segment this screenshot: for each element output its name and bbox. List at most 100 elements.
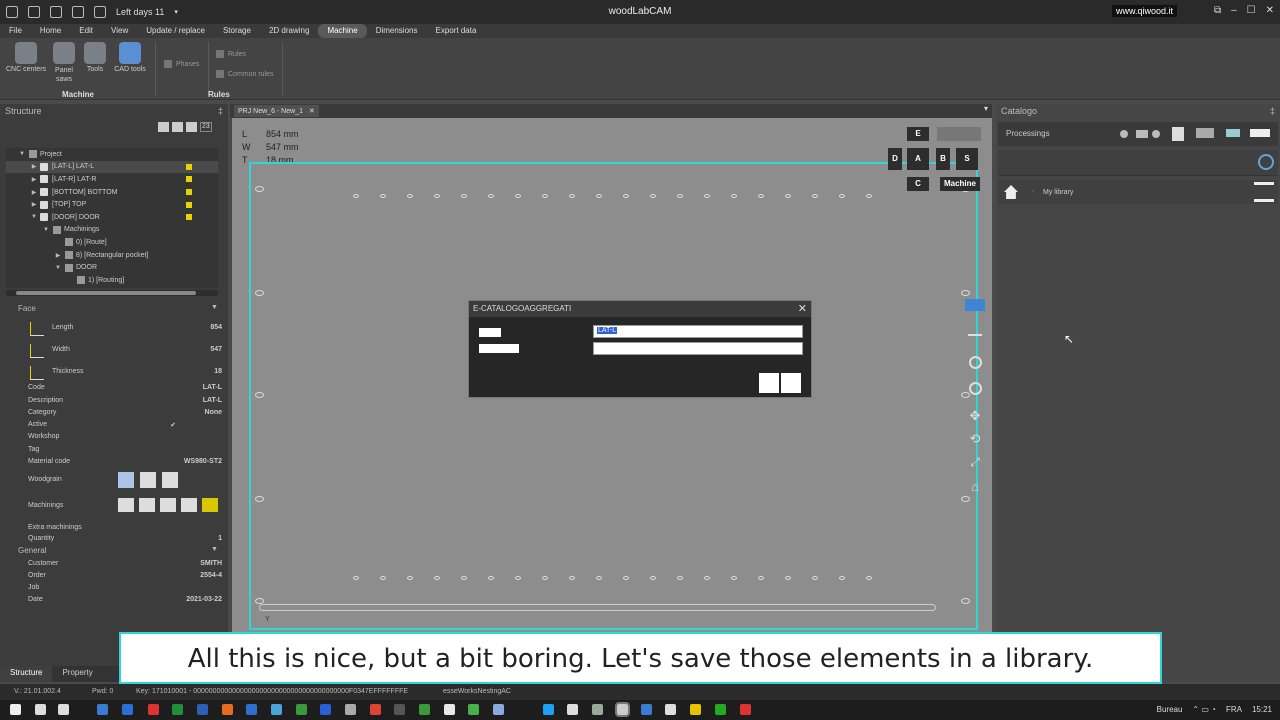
layer-icon[interactable]	[965, 299, 985, 311]
zoom-window-icon[interactable]	[969, 356, 982, 369]
drill-hole[interactable]	[407, 194, 413, 198]
tree-scrollbar[interactable]	[6, 290, 218, 296]
minimize-button[interactable]: –	[1231, 5, 1237, 16]
dialog-ok-button[interactable]	[759, 373, 779, 393]
drill-hole[interactable]	[461, 576, 467, 580]
machine-view-button[interactable]: Machine	[940, 177, 980, 191]
menu-home[interactable]: Home	[31, 24, 70, 38]
tree-item[interactable]: 1) [Routing]	[6, 274, 218, 287]
tree-item[interactable]: ▼ Project	[6, 148, 218, 161]
common-rules-button[interactable]: Common rules	[216, 70, 274, 78]
drill-hole[interactable]	[353, 194, 359, 198]
pin-icon[interactable]: ‡	[218, 106, 223, 116]
app-icon[interactable]	[419, 704, 430, 715]
tab-property[interactable]: Property	[52, 666, 102, 682]
face-s-button[interactable]: S	[956, 148, 978, 170]
drill-hole[interactable]	[569, 194, 575, 198]
edge-hole[interactable]	[255, 290, 264, 296]
property-row[interactable]: Width 547	[0, 344, 228, 358]
collapse-arrow-icon[interactable]: ▼	[42, 227, 50, 233]
collapse-arrow-icon[interactable]: ▼	[54, 265, 62, 271]
hamburger-menu-icon[interactable]	[1254, 182, 1274, 202]
face-b-button[interactable]: B	[936, 148, 950, 170]
app-icon[interactable]	[394, 704, 405, 715]
face-e-button[interactable]: E	[907, 127, 929, 141]
floppy-icon[interactable]	[72, 6, 84, 18]
search-icon[interactable]	[1258, 154, 1274, 170]
drill-hole[interactable]	[812, 194, 818, 198]
menu-export-data[interactable]: Export data	[426, 24, 485, 38]
machinings-grid-icon[interactable]	[118, 498, 134, 512]
visibility-checkbox[interactable]	[40, 175, 48, 184]
menu-update-replace[interactable]: Update / replace	[137, 24, 214, 38]
routing-groove[interactable]	[259, 604, 936, 611]
save-icon[interactable]	[28, 6, 40, 18]
drill-hole[interactable]	[677, 194, 683, 198]
drill-icon[interactable]	[1152, 130, 1160, 138]
shapes-icon[interactable]	[1250, 129, 1270, 137]
drill-hole[interactable]	[542, 576, 548, 580]
dialog-code-input[interactable]: LAT-L	[593, 325, 803, 338]
drill-hole[interactable]	[758, 194, 764, 198]
drill-hole[interactable]	[623, 576, 629, 580]
menu-view[interactable]: View	[102, 24, 137, 38]
close-button[interactable]: ✕	[1266, 5, 1274, 16]
expand-icon[interactable]	[172, 122, 183, 132]
edge-hole[interactable]	[255, 392, 264, 398]
app-icon[interactable]	[665, 704, 676, 715]
app-icon[interactable]	[320, 704, 331, 715]
pocket-icon[interactable]	[1226, 129, 1240, 137]
tree-item[interactable]: 0) [Route]	[6, 236, 218, 249]
home-view-icon[interactable]: ⌂	[965, 479, 985, 497]
drill-hole[interactable]	[812, 576, 818, 580]
visibility-checkbox[interactable]	[40, 188, 48, 197]
dialog-description-input[interactable]	[593, 342, 803, 355]
app-icon[interactable]	[345, 704, 356, 715]
drill-hole[interactable]	[515, 576, 521, 580]
app-icon[interactable]	[715, 704, 726, 715]
pan-icon[interactable]: ✥	[965, 408, 985, 426]
filter-icon[interactable]	[1120, 130, 1128, 138]
app-icon[interactable]	[493, 704, 504, 715]
chrome-icon[interactable]	[444, 704, 455, 715]
tree-item[interactable]: ▶ [TOP] TOP	[6, 198, 218, 211]
edge-hole[interactable]	[961, 598, 970, 604]
woodgrain-vertical-icon[interactable]	[140, 472, 156, 488]
property-row[interactable]: Thickness 18	[0, 366, 228, 380]
property-row[interactable]: Active ✔	[0, 421, 228, 433]
tree-item[interactable]: ▶ [BOTTOM] BOTTOM	[6, 186, 218, 199]
tree-item[interactable]: ▼ [DOOR] DOOR	[6, 211, 218, 224]
app-icon[interactable]	[271, 704, 282, 715]
drill-hole[interactable]	[785, 194, 791, 198]
tree-item[interactable]: ▶ 8) [Rectangular pocket]	[6, 249, 218, 262]
undo-icon[interactable]	[50, 6, 62, 18]
menu-dimensions[interactable]: Dimensions	[367, 24, 427, 38]
drill-hole[interactable]	[731, 194, 737, 198]
property-row[interactable]: Description LAT-L	[0, 397, 228, 409]
menu-2d-drawing[interactable]: 2D drawing	[260, 24, 318, 38]
home-icon[interactable]	[1004, 185, 1018, 199]
app-icon[interactable]	[567, 704, 578, 715]
drill-hole[interactable]	[596, 576, 602, 580]
property-row[interactable]: Category None	[0, 409, 228, 421]
drill-hole[interactable]	[677, 576, 683, 580]
drill-hole[interactable]	[488, 576, 494, 580]
collapse-arrow-icon[interactable]: ▼	[18, 151, 26, 157]
property-row[interactable]: Date 2021-03-22	[0, 596, 228, 608]
collapse-icon[interactable]	[158, 122, 169, 132]
menu-storage[interactable]: Storage	[214, 24, 260, 38]
property-row[interactable]: Customer SMITH	[0, 560, 228, 572]
scrollbar-thumb[interactable]	[16, 291, 196, 295]
drill-hole[interactable]	[839, 576, 845, 580]
saw-icon[interactable]	[1196, 128, 1214, 138]
drill-hole[interactable]	[758, 576, 764, 580]
zoom-icon[interactable]	[969, 382, 982, 395]
general-section-header[interactable]: General ▼	[18, 546, 218, 555]
drill-hole[interactable]	[434, 194, 440, 198]
face-section-header[interactable]: Face ▼	[18, 304, 218, 313]
property-row[interactable]: Job	[0, 584, 228, 596]
clock[interactable]: 15:21	[1252, 705, 1272, 714]
skype-icon[interactable]	[543, 704, 554, 715]
drill-hole[interactable]	[407, 576, 413, 580]
whatsapp-icon[interactable]	[468, 704, 479, 715]
